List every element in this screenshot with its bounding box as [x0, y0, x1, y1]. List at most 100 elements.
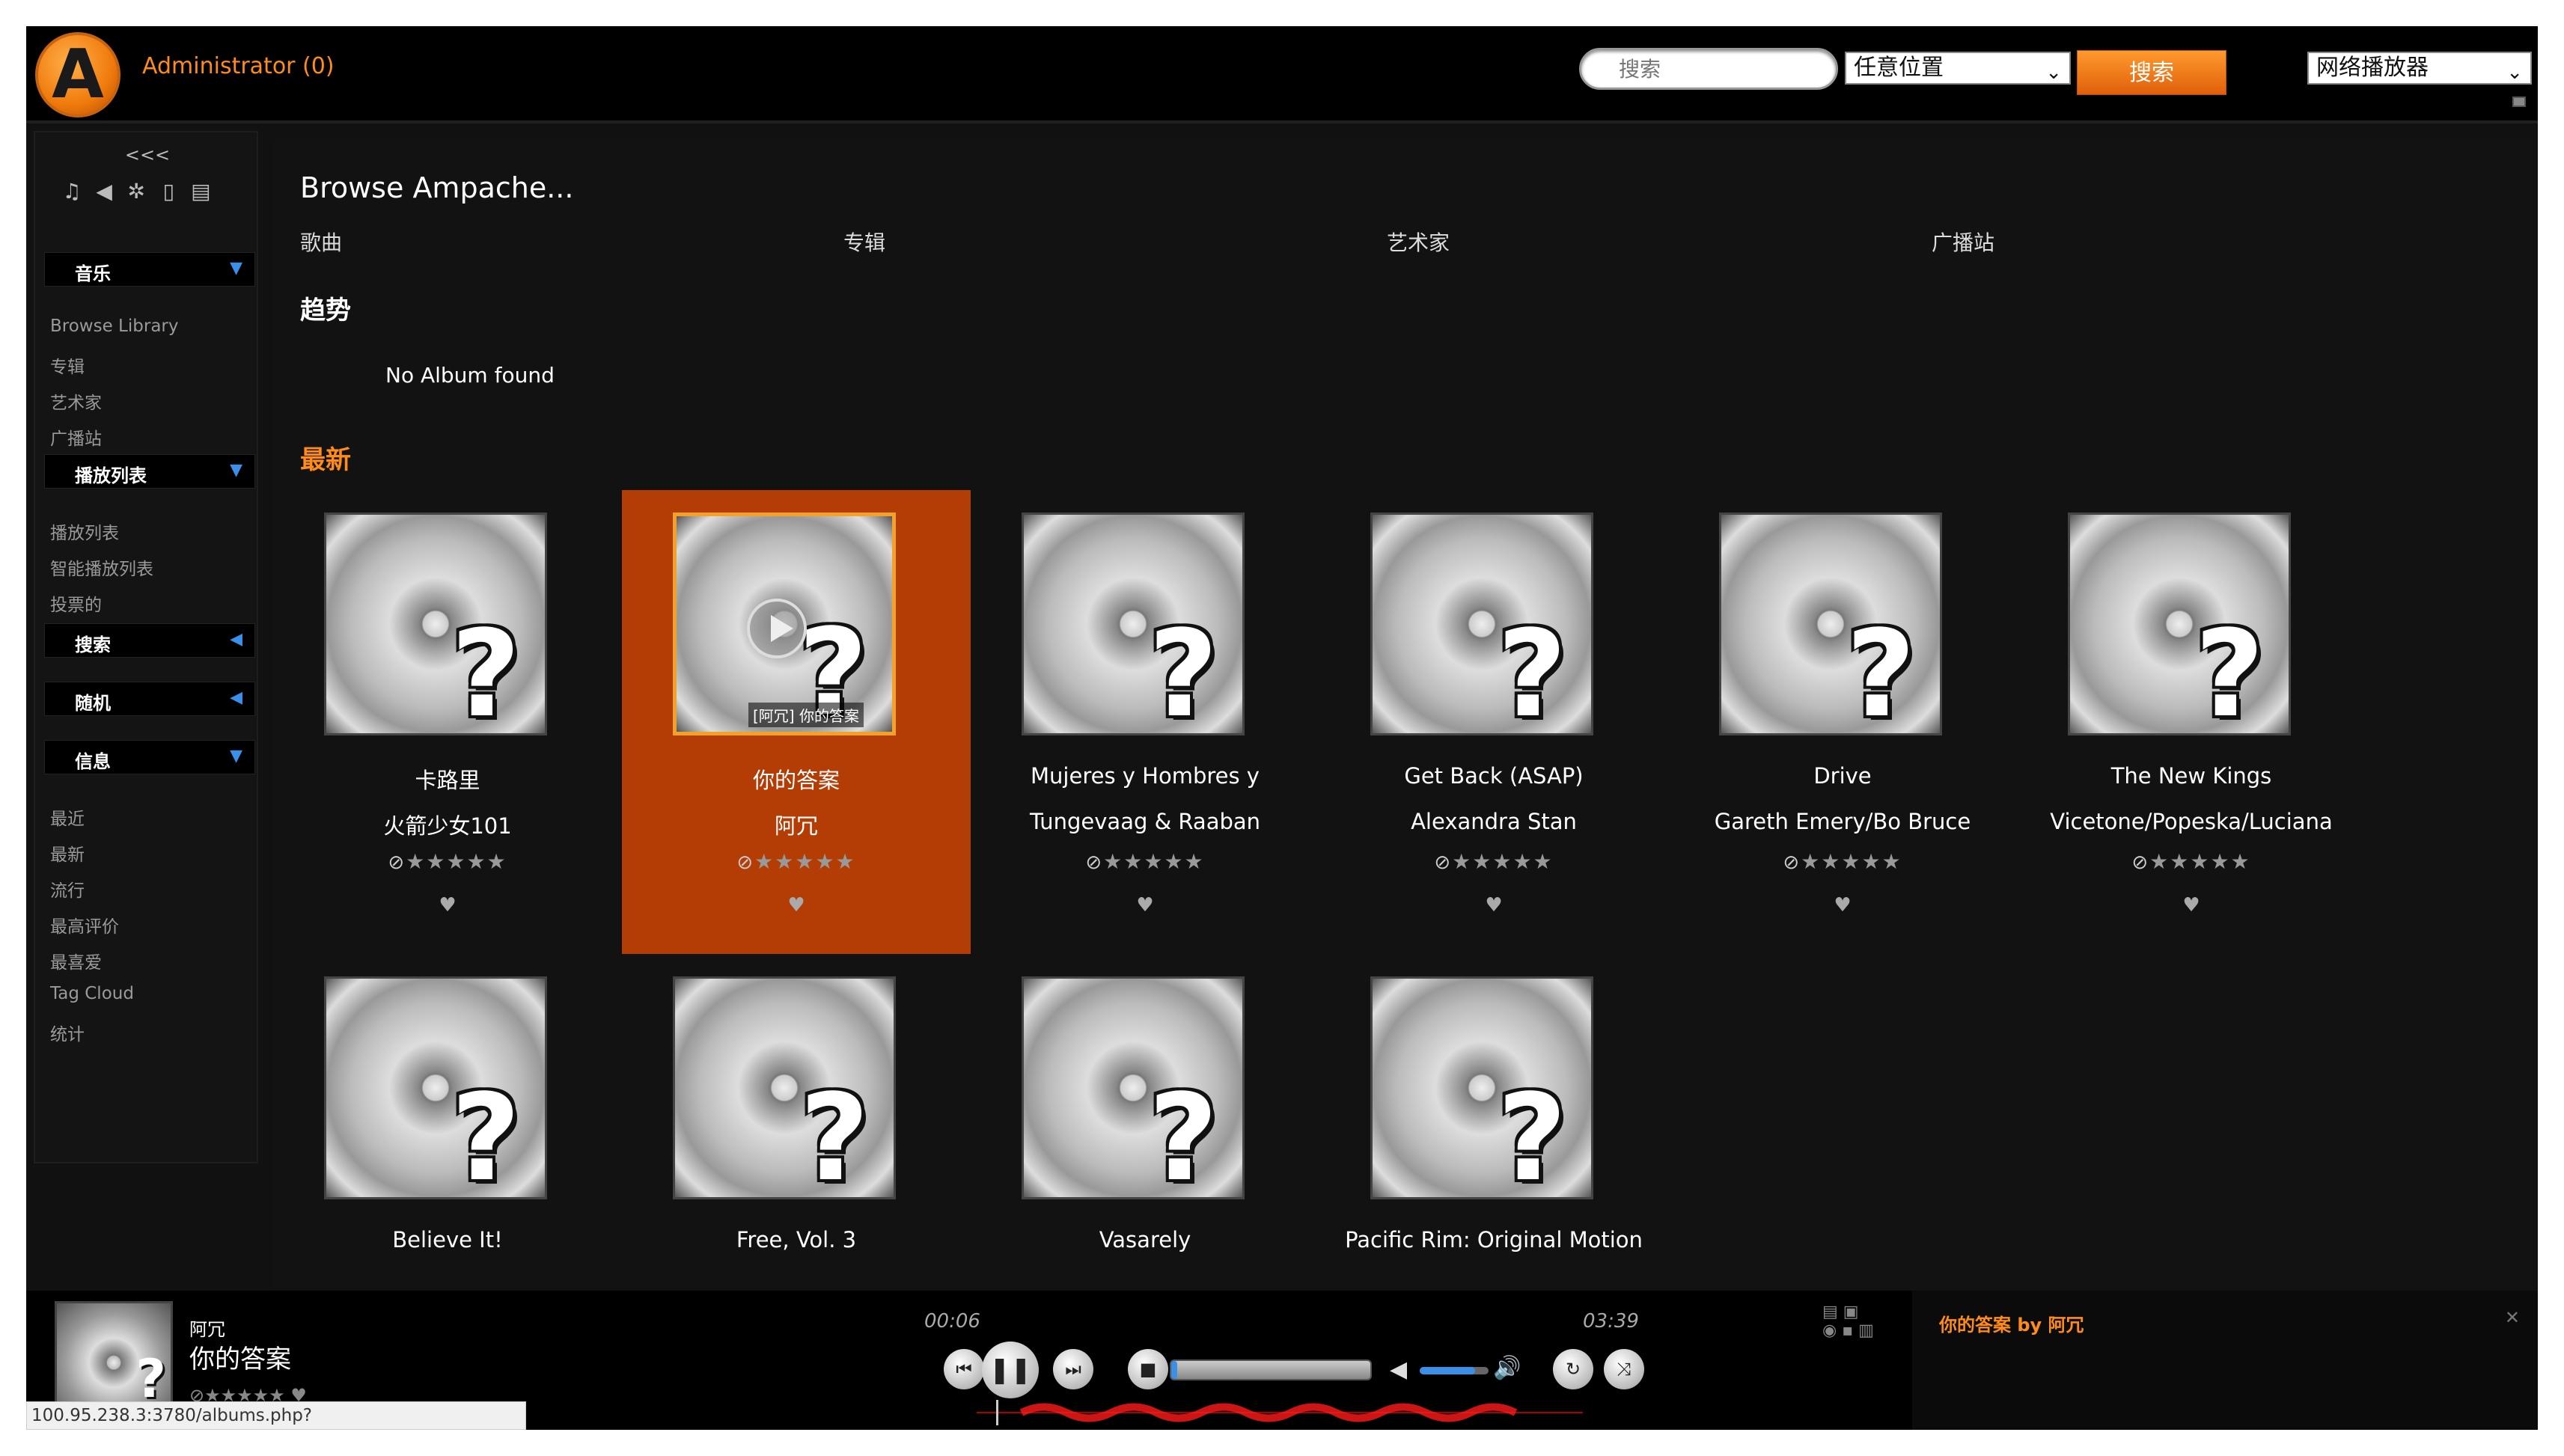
browse-link-radio[interactable]: 广播站 [1932, 227, 1994, 257]
album-cover[interactable]: ? [673, 976, 896, 1199]
equalizer-icon[interactable]: ▥ [1858, 1321, 1874, 1340]
browse-link-artists[interactable]: 艺术家 [1387, 227, 1450, 257]
sidebar-item-popular[interactable]: 流行 [50, 876, 85, 902]
album-card[interactable]: ? Get Back (ASAP) Alexandra Stan ⊘★★★★★ … [1319, 490, 1668, 954]
sidebar-item-radio[interactable]: 广播站 [50, 424, 102, 450]
album-title[interactable]: Mujeres y Hombres y [971, 763, 1319, 789]
rating-stars[interactable]: ⊘★★★★★ [273, 849, 622, 874]
pause-button[interactable]: ❚❚ [982, 1342, 1039, 1398]
album-cover[interactable]: ? [2068, 513, 2291, 735]
sidebar-item-statistics[interactable]: 统计 [50, 1020, 85, 1045]
album-artist[interactable]: Vicetone/Popeska/Luciana [2017, 809, 2366, 834]
album-artist[interactable]: 火箭少女101 [273, 809, 622, 840]
previous-button[interactable]: ⏮ [944, 1349, 984, 1389]
search-button[interactable]: 搜索 [2077, 50, 2226, 95]
album-artist[interactable]: 阿冗 [622, 809, 971, 840]
rating-stars[interactable]: ⊘★★★★★ [971, 849, 1319, 874]
sidebar-item-browse-library[interactable]: Browse Library [50, 316, 178, 336]
search-scope-select[interactable]: 任意位置 ⌄ [1845, 52, 2071, 85]
album-card[interactable]: ? Drive Gareth Emery/Bo Bruce ⊘★★★★★ ♥ [1668, 490, 2017, 954]
album-title[interactable]: 你的答案 [622, 763, 971, 795]
eye-icon[interactable]: ◉ [1822, 1321, 1837, 1340]
heart-icon[interactable]: ♥ [273, 894, 622, 917]
sidebar-item-voted[interactable]: 投票的 [50, 590, 102, 616]
heart-icon[interactable]: ♥ [1668, 894, 2017, 917]
sidebar-item-albums[interactable]: 专辑 [50, 352, 85, 378]
album-card[interactable]: ? Mujeres y Hombres y Tungevaag & Raaban… [971, 490, 1319, 954]
album-cover[interactable]: ? [1719, 513, 1942, 735]
album-card[interactable]: ? The New Kings Vicetone/Popeska/Luciana… [2017, 490, 2366, 954]
progress-bar[interactable] [1170, 1359, 1372, 1380]
heart-icon[interactable]: ♥ [971, 894, 1319, 917]
playlist-icon[interactable]: ▤ [1822, 1303, 1838, 1321]
play-icon[interactable] [747, 599, 807, 658]
album-cover[interactable]: ? [阿冗] 你的答案 [673, 513, 896, 735]
lock-icon[interactable]: ▪ [1842, 1321, 1853, 1340]
playlist-entry[interactable]: 你的答案 by 阿冗 [1939, 1310, 2084, 1336]
album-cover[interactable]: ? [1370, 976, 1593, 1199]
album-artist[interactable]: Gareth Emery/Bo Bruce [1668, 809, 2017, 834]
now-playing-title[interactable]: 你的答案 [189, 1339, 291, 1375]
album-cover[interactable]: ? [324, 513, 547, 735]
search-input[interactable] [1579, 48, 1838, 90]
album-artist[interactable]: Alexandra Stan [1319, 809, 1668, 834]
waveform[interactable] [977, 1400, 1583, 1425]
heart-icon[interactable]: ♥ [2017, 894, 2366, 917]
shuffle-button[interactable]: ⤨ [1604, 1349, 1644, 1389]
album-title[interactable]: Believe It! [273, 1227, 622, 1252]
sidebar-item-tag-cloud[interactable]: Tag Cloud [50, 984, 134, 1003]
album-cover[interactable]: ? [1370, 513, 1593, 735]
rating-stars[interactable]: ⊘★★★★★ [1319, 849, 1668, 874]
album-artist[interactable]: Tungevaag & Raaban [971, 809, 1319, 834]
album-title[interactable]: Get Back (ASAP) [1319, 763, 1668, 789]
rating-stars[interactable]: ⊘★★★★★ [2017, 849, 2366, 874]
sidebar-item-playlists[interactable]: 播放列表 [50, 519, 119, 544]
now-playing-cover[interactable]: ? [55, 1301, 173, 1413]
sidebar-section-search[interactable]: 搜索 ◀ [44, 623, 255, 658]
device-icon[interactable]: ▯ [154, 179, 183, 204]
sidebar-collapse-button[interactable]: <<< [35, 144, 260, 165]
volume-slider[interactable] [1420, 1367, 1489, 1374]
sidebar-item-favorites[interactable]: 最喜爱 [50, 948, 102, 973]
album-card[interactable]: ? 卡路里 火箭少女101 ⊘★★★★★ ♥ [273, 490, 622, 954]
album-title[interactable]: The New Kings [2017, 763, 2366, 789]
sidebar-item-smart-playlists[interactable]: 智能播放列表 [50, 554, 153, 580]
sidebar-section-random[interactable]: 随机 ◀ [44, 682, 255, 716]
logout-icon[interactable]: ▤ [186, 179, 215, 204]
ampache-logo[interactable]: A [35, 32, 120, 117]
album-title[interactable]: Pacific Rim: Original Motion [1319, 1227, 1668, 1252]
album-card[interactable]: ? [阿冗] 你的答案 你的答案 阿冗 ⊘★★★★★ ♥ [622, 490, 971, 954]
heart-icon[interactable]: ♥ [1319, 894, 1668, 917]
volume-mute-icon[interactable]: ◀ [1390, 1356, 1407, 1383]
sidebar-section-music[interactable]: 音乐 ▼ [44, 252, 255, 287]
sidebar-item-recent[interactable]: 最近 [50, 804, 85, 830]
album-cover[interactable]: ? [324, 976, 547, 1199]
close-icon[interactable]: ✕ [2505, 1307, 2520, 1328]
sidebar-section-info[interactable]: 信息 ▼ [44, 740, 255, 774]
album-title[interactable]: 卡路里 [273, 763, 622, 795]
now-playing-artist[interactable]: 阿冗 [189, 1315, 225, 1341]
sidebar-item-newest[interactable]: 最新 [50, 840, 85, 866]
album-title[interactable]: Free, Vol. 3 [622, 1227, 971, 1252]
sidebar-item-highest-rated[interactable]: 最高评价 [50, 912, 119, 937]
speaker-icon[interactable]: ◀ [90, 179, 118, 204]
repeat-button[interactable]: ↻ [1553, 1349, 1593, 1389]
rating-stars[interactable]: ⊘★★★★★ [1668, 849, 2017, 874]
rating-stars[interactable]: ⊘★★★★★ [622, 849, 971, 874]
window-toggle-icon[interactable] [2512, 97, 2526, 107]
picture-icon[interactable]: ▣ [1843, 1303, 1859, 1321]
headphones-icon[interactable]: ♫ [58, 179, 86, 204]
next-button[interactable]: ⏭ [1053, 1349, 1093, 1389]
browse-link-albums[interactable]: 专辑 [843, 227, 885, 257]
player-type-select[interactable]: 网络播放器 ⌄ [2307, 52, 2532, 85]
user-name-link[interactable]: Administrator (0) [142, 53, 335, 79]
sidebar-section-playlists[interactable]: 播放列表 ▼ [44, 454, 255, 489]
album-cover[interactable]: ? [1022, 976, 1245, 1199]
album-title[interactable]: Drive [1668, 763, 2017, 789]
album-title[interactable]: Vasarely [971, 1227, 1319, 1252]
gear-icon[interactable]: ✲ [122, 179, 150, 204]
browse-link-songs[interactable]: 歌曲 [300, 227, 342, 257]
volume-max-icon[interactable]: 🔊 [1493, 1355, 1521, 1381]
album-cover[interactable]: ? [1022, 513, 1245, 735]
stop-button[interactable]: ■ [1128, 1349, 1168, 1389]
